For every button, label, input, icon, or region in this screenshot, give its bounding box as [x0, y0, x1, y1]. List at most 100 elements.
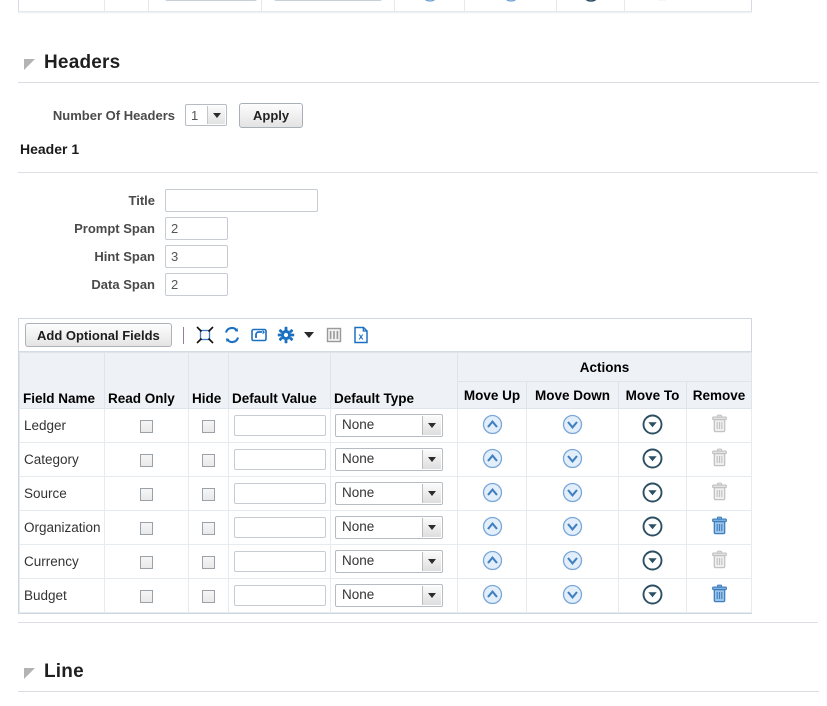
move-down-icon[interactable]	[562, 584, 583, 605]
remove-icon[interactable]	[710, 584, 729, 604]
default-type-select[interactable]: None	[335, 516, 443, 539]
hint-span-input[interactable]	[165, 244, 228, 268]
hide-checkbox[interactable]	[202, 589, 215, 603]
chevron-down-icon[interactable]	[422, 484, 441, 503]
remove-icon[interactable]	[710, 482, 729, 502]
refresh-icon[interactable]	[222, 325, 243, 346]
default-type-select[interactable]: None	[335, 584, 443, 607]
hide-checkbox[interactable]	[202, 521, 215, 535]
move-to-icon[interactable]	[642, 482, 663, 503]
remove-icon[interactable]	[710, 516, 729, 536]
remove-icon[interactable]	[653, 0, 671, 2]
default-type-select[interactable]: None	[335, 448, 443, 471]
move-up-icon[interactable]	[421, 0, 439, 2]
move-up-icon[interactable]	[482, 550, 503, 571]
column-header-default-type[interactable]: Default Type	[330, 352, 458, 409]
chevron-down-icon[interactable]	[422, 518, 441, 537]
read-only-checkbox[interactable]	[140, 555, 153, 569]
default-type-select[interactable]: None	[335, 482, 443, 505]
column-header-default-value[interactable]: Default Value	[228, 352, 331, 409]
add-optional-fields-button[interactable]: Add Optional Fields	[25, 323, 172, 347]
column-header-move-up[interactable]: Move Up	[457, 381, 527, 409]
read-only-checkbox[interactable]	[140, 521, 153, 535]
read-only-checkbox[interactable]	[140, 419, 153, 433]
read-only-checkbox[interactable]	[140, 453, 153, 467]
move-down-icon[interactable]	[502, 0, 520, 2]
column-header-move-down[interactable]: Move Down	[526, 381, 619, 409]
fragment-input[interactable]	[165, 0, 257, 1]
column-header-remove[interactable]: Remove	[685, 381, 753, 409]
hide-checkbox[interactable]	[202, 453, 215, 467]
column-header-move-to[interactable]: Move To	[618, 381, 687, 409]
remove-icon[interactable]	[710, 550, 729, 570]
number-of-headers-row: Number Of Headers 1 Apply	[0, 102, 304, 128]
hide-checkbox[interactable]	[202, 487, 215, 501]
chevron-down-icon[interactable]	[422, 450, 441, 469]
apply-button[interactable]: Apply	[239, 102, 304, 128]
default-type-select[interactable]: None	[335, 414, 443, 437]
disclosure-triangle-icon[interactable]	[24, 58, 35, 70]
disclosure-triangle-icon[interactable]	[24, 667, 35, 679]
move-up-icon[interactable]	[482, 448, 503, 469]
undo-icon[interactable]	[249, 325, 270, 346]
default-value-input[interactable]	[233, 415, 326, 436]
move-to-icon[interactable]	[642, 414, 663, 435]
gear-menu-chevron-down-icon[interactable]	[303, 332, 314, 338]
header-1-divider	[18, 172, 818, 173]
move-down-icon[interactable]	[562, 516, 583, 537]
column-header-field-name[interactable]: Field Name	[19, 352, 105, 409]
read-only-checkbox[interactable]	[140, 589, 153, 603]
prompt-span-input[interactable]	[165, 216, 228, 240]
table-row[interactable]: Ledger None	[19, 408, 753, 443]
read-only-checkbox[interactable]	[140, 487, 153, 501]
number-of-headers-select[interactable]: 1	[185, 104, 227, 126]
move-to-icon[interactable]	[642, 448, 663, 469]
move-to-icon[interactable]	[642, 516, 663, 537]
table-row[interactable]: Source None	[19, 476, 753, 511]
move-to-icon[interactable]	[642, 550, 663, 571]
cell-move-down	[526, 510, 619, 545]
default-value-input[interactable]	[233, 585, 326, 606]
gear-icon[interactable]	[276, 325, 297, 346]
default-value-input[interactable]	[233, 483, 326, 504]
table-row[interactable]: Organization None	[19, 510, 753, 545]
chevron-down-icon[interactable]	[422, 586, 441, 605]
hide-checkbox[interactable]	[202, 419, 215, 433]
title-input[interactable]	[165, 188, 318, 212]
data-span-input[interactable]	[165, 272, 228, 296]
move-down-icon[interactable]	[562, 550, 583, 571]
move-up-icon[interactable]	[482, 516, 503, 537]
move-up-icon[interactable]	[482, 584, 503, 605]
freeze-columns-icon[interactable]	[324, 325, 345, 346]
default-value-input[interactable]	[233, 551, 326, 572]
move-down-icon[interactable]	[562, 448, 583, 469]
chevron-down-icon[interactable]	[422, 552, 441, 571]
column-header-read-only[interactable]: Read Only	[104, 352, 189, 409]
remove-icon[interactable]	[710, 414, 729, 434]
table-row[interactable]: Budget None	[19, 578, 753, 613]
move-down-icon[interactable]	[562, 414, 583, 435]
default-type-select[interactable]: None	[335, 550, 443, 573]
cell-default-type: None	[330, 544, 458, 579]
move-down-icon[interactable]	[562, 482, 583, 503]
table-row[interactable]: Category None	[19, 442, 753, 477]
default-value-input[interactable]	[233, 449, 326, 470]
export-excel-icon[interactable]: x	[351, 325, 372, 346]
move-up-icon[interactable]	[482, 482, 503, 503]
table-row[interactable]: Currency None	[19, 544, 753, 579]
fragment-select[interactable]	[274, 0, 382, 1]
move-up-icon[interactable]	[482, 414, 503, 435]
headers-section-header[interactable]: Headers	[0, 48, 827, 78]
cell-hide	[188, 578, 229, 613]
chevron-down-icon[interactable]	[207, 106, 225, 124]
hide-checkbox[interactable]	[202, 555, 215, 569]
remove-icon[interactable]	[710, 448, 729, 468]
move-to-icon[interactable]	[582, 0, 600, 2]
default-value-input[interactable]	[233, 517, 326, 538]
line-section-header[interactable]: Line	[0, 657, 827, 687]
detach-icon[interactable]	[195, 325, 216, 346]
move-to-icon[interactable]	[642, 584, 663, 605]
cell-move-down	[526, 442, 619, 477]
chevron-down-icon[interactable]	[422, 416, 441, 435]
column-header-hide[interactable]: Hide	[188, 352, 229, 409]
